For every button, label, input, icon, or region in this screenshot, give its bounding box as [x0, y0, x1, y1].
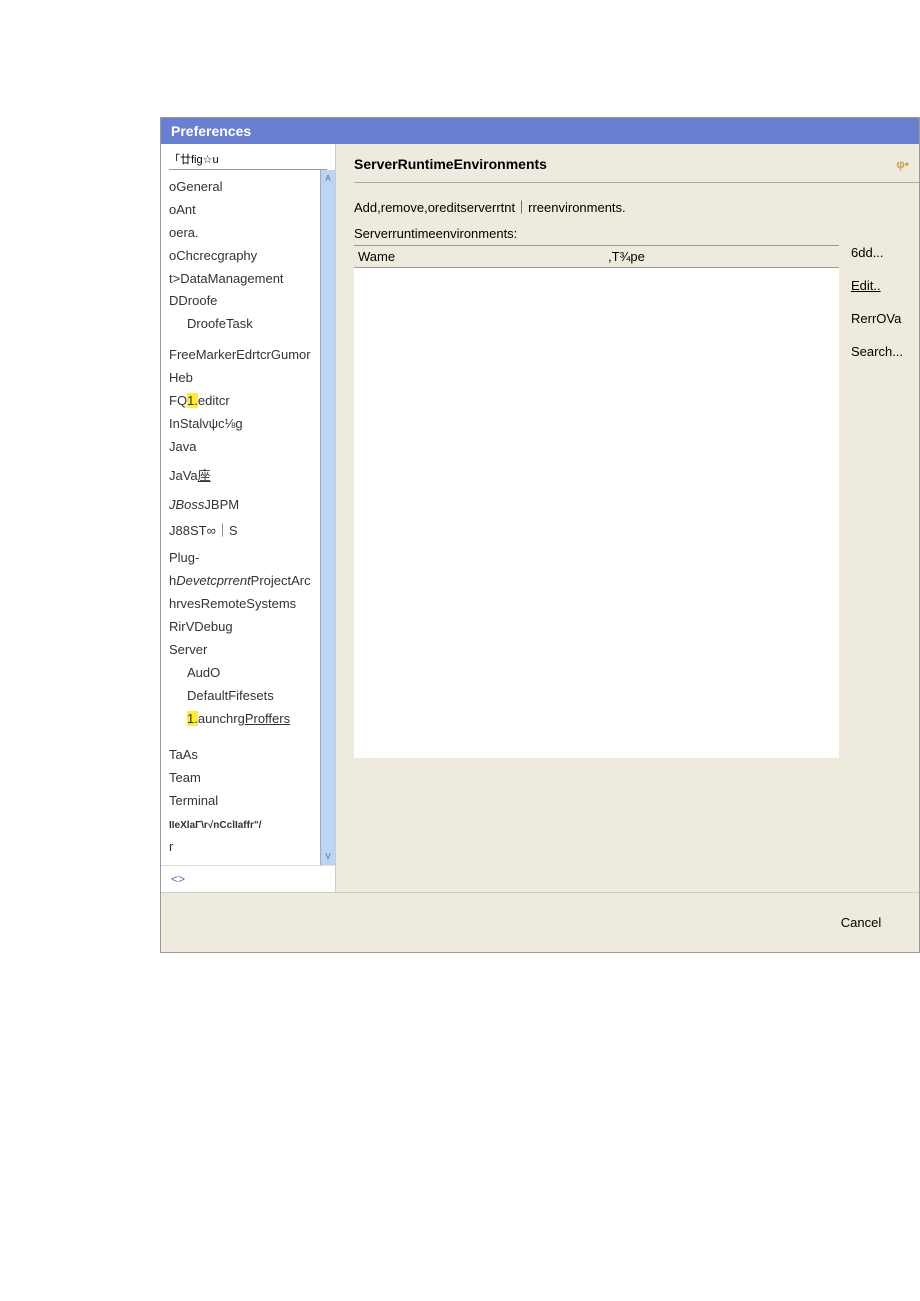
tree-item-droofetask[interactable]: DroofeTask	[169, 313, 318, 336]
tree-item-freemarker[interactable]: FreeMarkerEdrtcrGumor	[169, 344, 318, 367]
main-panel: ServerRuntimeEnvironments φ• Add,remove,…	[336, 144, 919, 892]
tree-item-java[interactable]: Java	[169, 436, 318, 459]
tree-item-heb[interactable]: Heb	[169, 367, 318, 390]
cancel-button[interactable]: Cancel	[821, 915, 901, 930]
tree-item-datamanagement[interactable]: t>DataManagement	[169, 268, 318, 291]
runtime-table: Wame ,T¾pe	[354, 245, 839, 758]
content-row: Wame ,T¾pe 6dd... Edit.. RerrOVa Search.…	[354, 245, 919, 758]
table-body[interactable]	[354, 268, 839, 758]
runtime-list-label: Serverruntimeenvironments:	[354, 226, 919, 245]
scroll-up-icon[interactable]: A	[325, 170, 330, 187]
tree-item-fqeditor[interactable]: FQ1.editcr	[169, 390, 318, 413]
nav-back-forward[interactable]: <>	[161, 865, 335, 892]
tree-item-projectarc[interactable]: hDevetcprrentProjectArc	[169, 570, 318, 593]
tree-item-taas[interactable]: TaAs	[169, 744, 318, 767]
sidebar: 「廿fig☆u oGeneral oAnt oera. oChcrecgraph…	[161, 144, 336, 892]
tree-item-droofe[interactable]: DDroofe	[169, 290, 318, 313]
dialog-footer: Cancel	[161, 892, 919, 952]
tree-item-general[interactable]: oGeneral	[169, 176, 318, 199]
tree-item-defaultfilesets[interactable]: DefaultFifesets	[169, 685, 318, 708]
column-name[interactable]: Wame	[354, 246, 604, 267]
tree-item-plug[interactable]: Plug-	[169, 547, 318, 570]
tree-item-j88st[interactable]: J88ST∞｜S	[169, 520, 318, 543]
tree-scrollbar[interactable]: A V	[320, 170, 335, 865]
tree-item-launchrg[interactable]: 1.aunchrgProffers	[169, 708, 318, 731]
main-header: ServerRuntimeEnvironments φ•	[354, 156, 919, 183]
button-column: 6dd... Edit.. RerrOVa Search...	[839, 245, 919, 758]
tree-item-era[interactable]: oera.	[169, 222, 318, 245]
filter-input[interactable]: 「廿fig☆u	[169, 149, 327, 170]
tree-wrap: oGeneral oAnt oera. oChcrecgraphy t>Data…	[161, 170, 335, 865]
tree-item-choreography[interactable]: oChcrecgraphy	[169, 245, 318, 268]
help-icon[interactable]: φ•	[896, 157, 909, 171]
search-button[interactable]: Search...	[851, 344, 919, 359]
column-type[interactable]: ,T¾pe	[604, 246, 839, 267]
tree-item-team[interactable]: Team	[169, 767, 318, 790]
titlebar: Preferences	[161, 118, 919, 144]
tree-item-r[interactable]: r	[169, 836, 318, 859]
window-title: Preferences	[171, 123, 251, 139]
table-header: Wame ,T¾pe	[354, 245, 839, 268]
nav-arrows-icon: <>	[171, 872, 185, 886]
edit-button[interactable]: Edit..	[851, 278, 919, 293]
tree-item-ant[interactable]: oAnt	[169, 199, 318, 222]
add-button[interactable]: 6dd...	[851, 245, 919, 260]
tree-item-audo[interactable]: AudO	[169, 662, 318, 685]
filter-text: 「廿fig☆u	[169, 154, 219, 166]
preferences-tree: oGeneral oAnt oera. oChcrecgraphy t>Data…	[161, 170, 320, 865]
preferences-window: Preferences 「廿fig☆u oGeneral oAnt oera. …	[160, 117, 920, 953]
dialog-body: 「廿fig☆u oGeneral oAnt oera. oChcrecgraph…	[161, 144, 919, 892]
tree-item-installing[interactable]: InStalvψc⅛g	[169, 413, 318, 436]
tree-item-rirvdebug[interactable]: RirVDebug	[169, 616, 318, 639]
remove-button[interactable]: RerrOVa	[851, 311, 919, 326]
tree-item-javaee[interactable]: JaVa座	[169, 465, 318, 488]
tree-item-misc[interactable]: IIeXlaΓ\r√nCclIaffr"/	[169, 813, 318, 836]
page-description: Add,remove,oreditserverrtnt｜rreenvironme…	[354, 183, 919, 226]
page-title: ServerRuntimeEnvironments	[354, 156, 547, 172]
tree-item-remotesystems[interactable]: hrvesRemoteSystems	[169, 593, 318, 616]
tree-item-server[interactable]: Server	[169, 639, 318, 662]
scroll-down-icon[interactable]: V	[325, 848, 330, 865]
tree-item-terminal[interactable]: Terminal	[169, 790, 318, 813]
tree-item-jbossjbpm[interactable]: JBossJBPM	[169, 494, 318, 517]
